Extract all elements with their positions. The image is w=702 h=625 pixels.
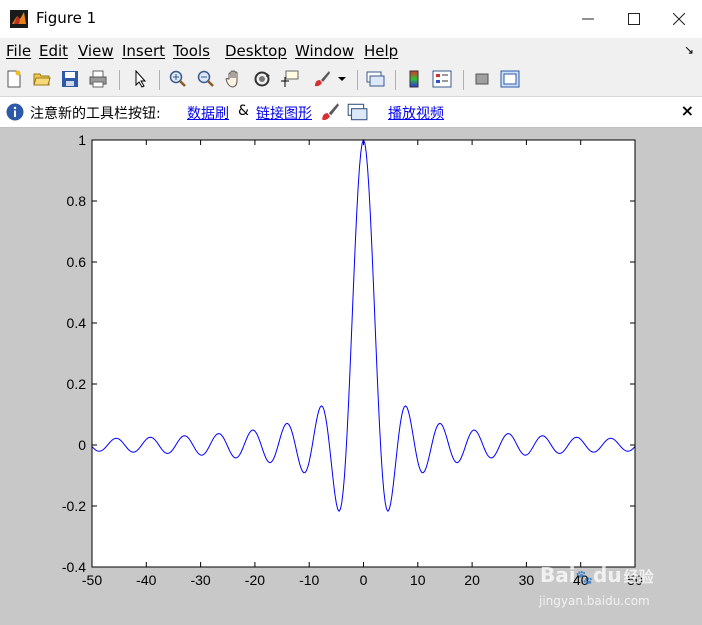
y-tick-label: 0.4	[67, 315, 87, 331]
figure-canvas: -50 -40 -30 -20 -10 0 10 20 30 40 50-0.4-0.200.20.…	[62, 132, 643, 588]
watermark-logo: Bai🐾du 经验	[540, 563, 654, 587]
y-tick-label: -0.2	[62, 498, 86, 514]
y-tick-label: 1	[78, 132, 86, 148]
y-tick-label: 0.6	[67, 254, 87, 270]
watermark-url: jingyan.baidu.com	[539, 594, 650, 608]
y-tick-label: 0.2	[67, 376, 87, 392]
x-tick-label: -10	[299, 572, 319, 588]
x-tick-label: 0	[360, 572, 368, 588]
y-tick-label: 0	[78, 437, 86, 453]
x-tick-label: -40	[136, 572, 156, 588]
x-tick-label: -20	[245, 572, 265, 588]
x-tick-label: 30	[519, 572, 535, 588]
x-tick-label: 10	[410, 572, 426, 588]
x-tick-label: 20	[464, 572, 480, 588]
x-tick-label: -30	[190, 572, 210, 588]
y-tick-label: 0.8	[67, 193, 87, 209]
axes-background[interactable]	[92, 140, 635, 567]
y-tick-label: -0.4	[62, 559, 86, 575]
